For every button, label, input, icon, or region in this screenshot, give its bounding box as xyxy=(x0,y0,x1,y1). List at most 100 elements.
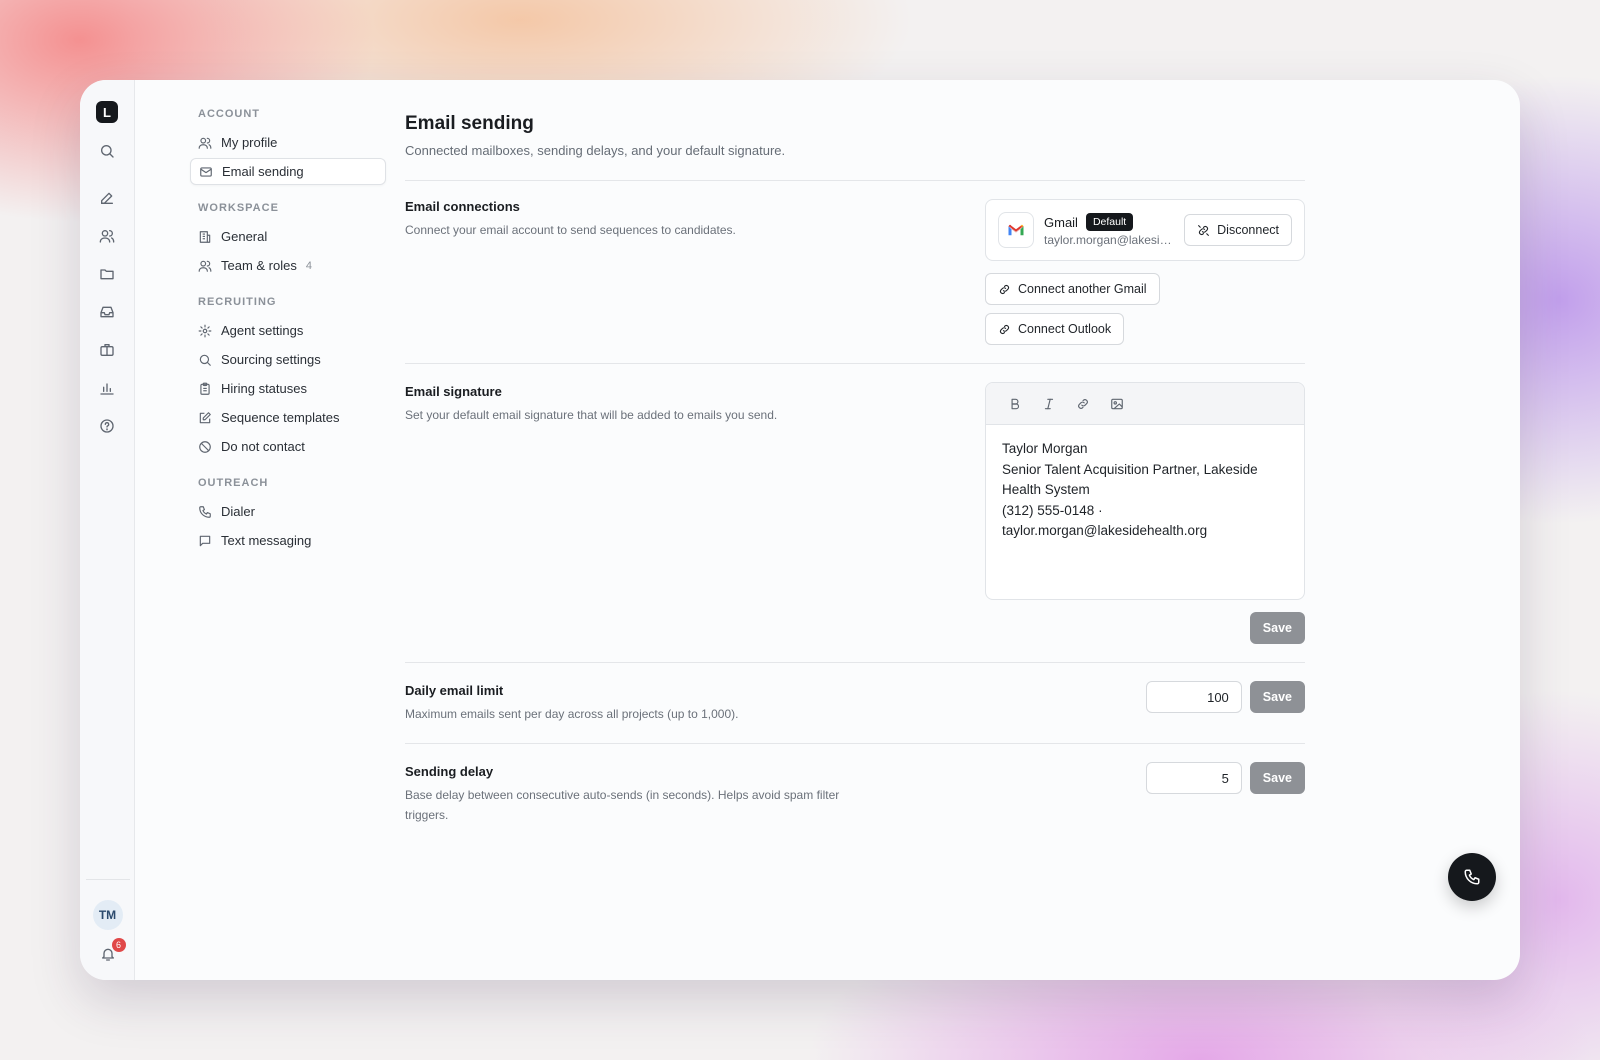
sending-delay-section: Sending delay Base delay between consecu… xyxy=(405,762,1305,825)
section-description: Maximum emails sent per day across all p… xyxy=(405,707,739,721)
button-label: Disconnect xyxy=(1217,223,1279,237)
nav-item-label: Sequence templates xyxy=(221,410,340,425)
button-label: Connect Outlook xyxy=(1018,322,1112,336)
save-signature-button[interactable]: Save xyxy=(1249,612,1305,644)
search-icon xyxy=(199,354,211,366)
nav-item-text-messaging[interactable]: Text messaging xyxy=(190,527,386,554)
divider xyxy=(405,363,1305,364)
mail-icon xyxy=(200,166,212,177)
inbox-icon[interactable] xyxy=(97,302,117,322)
dialer-fab-button[interactable] xyxy=(1448,853,1496,901)
main-content: Email sending Connected mailboxes, sendi… xyxy=(405,80,1520,980)
nav-item-sourcing-settings[interactable]: Sourcing settings xyxy=(190,346,386,373)
unlink-icon xyxy=(1198,224,1210,236)
avatar[interactable]: TM xyxy=(92,900,123,930)
nav-item-label: Email sending xyxy=(222,164,304,179)
connect-outlook-button[interactable]: Connect Outlook xyxy=(985,313,1125,345)
signature-text[interactable]: Taylor Morgan Senior Talent Acquisition … xyxy=(986,425,1304,599)
connect-gmail-button[interactable]: Connect another Gmail xyxy=(985,273,1160,305)
nav-section-workspace: WORKSPACE xyxy=(198,202,279,214)
section-description: Connect your email account to send seque… xyxy=(405,223,736,237)
divider xyxy=(405,743,1305,744)
signature-editor: Taylor Morgan Senior Talent Acquisition … xyxy=(985,382,1305,600)
nav-item-dialer[interactable]: Dialer xyxy=(190,498,386,525)
nav-section-recruiting: RECRUITING xyxy=(198,296,277,308)
message-icon xyxy=(199,535,211,546)
bell-icon[interactable]: 6 xyxy=(98,938,126,964)
nav-item-label: My profile xyxy=(221,135,278,150)
search-icon[interactable] xyxy=(97,141,117,161)
nav-item-team-roles[interactable]: Team & roles 4 xyxy=(190,252,386,279)
users-icon xyxy=(198,260,212,272)
nav-item-my-profile[interactable]: My profile xyxy=(190,129,386,156)
users-icon xyxy=(198,137,212,149)
nav-item-sequence-templates[interactable]: Sequence templates xyxy=(190,404,386,431)
account-email: taylor.morgan@lakesidehealth.org xyxy=(1044,233,1172,247)
settings-nav: ACCOUNT My profile Email sending WORKSPA… xyxy=(135,80,405,980)
nav-item-label: Dialer xyxy=(221,504,255,519)
briefcase-icon[interactable] xyxy=(97,340,117,360)
default-badge: Default xyxy=(1085,213,1134,231)
ban-icon xyxy=(199,440,211,453)
nav-section-outreach: OUTREACH xyxy=(198,477,269,489)
folder-icon[interactable] xyxy=(97,264,117,284)
rail-divider xyxy=(85,879,130,880)
link-icon xyxy=(999,324,1010,334)
email-connections-section: Email connections Connect your email acc… xyxy=(405,199,1305,345)
nav-item-label: Text messaging xyxy=(221,533,312,548)
phone-icon xyxy=(199,505,211,518)
team-count: 4 xyxy=(305,259,312,272)
sending-delay-input[interactable] xyxy=(1145,762,1242,794)
users-icon[interactable] xyxy=(97,226,117,246)
nav-item-label: Hiring statuses xyxy=(221,381,307,396)
section-title: Sending delay xyxy=(405,764,494,779)
nav-item-general[interactable]: General xyxy=(190,223,386,250)
help-icon[interactable] xyxy=(97,416,117,436)
page-title: Email sending xyxy=(405,113,534,134)
bold-icon[interactable] xyxy=(998,392,1032,416)
image-icon[interactable] xyxy=(1100,392,1134,416)
nav-item-do-not-contact[interactable]: Do not contact xyxy=(190,433,386,460)
app-logo[interactable]: L xyxy=(96,101,118,123)
nav-item-agent-settings[interactable]: Agent settings xyxy=(190,317,386,344)
nav-item-label: General xyxy=(221,229,268,244)
signature-line: Senior Talent Acquisition Partner, Lakes… xyxy=(1002,461,1258,498)
italic-icon[interactable] xyxy=(1032,392,1066,416)
clipboard-icon xyxy=(200,382,210,395)
page-subtitle: Connected mailboxes, sending delays, and… xyxy=(405,143,786,158)
provider-name: Gmail xyxy=(1044,214,1078,230)
nav-item-label: Sourcing settings xyxy=(221,352,321,367)
section-title: Email signature xyxy=(405,384,502,399)
nav-item-hiring-statuses[interactable]: Hiring statuses xyxy=(190,375,386,402)
link-icon[interactable] xyxy=(1066,392,1100,416)
save-sending-delay-button[interactable]: Save xyxy=(1249,762,1305,794)
signature-line: Taylor Morgan xyxy=(1002,441,1088,456)
link-icon xyxy=(999,284,1010,294)
gmail-icon xyxy=(998,212,1034,248)
gmail-account-card: Gmail Default taylor.morgan@lakesideheal… xyxy=(985,199,1305,261)
nav-item-email-sending[interactable]: Email sending xyxy=(190,158,386,185)
daily-limit-section: Daily email limit Maximum emails sent pe… xyxy=(405,681,1305,724)
signature-line: (312) 555-0148 · taylor.morgan@lakesideh… xyxy=(1002,502,1208,539)
building-icon xyxy=(199,230,211,243)
notification-badge: 6 xyxy=(111,938,126,952)
edit-icon xyxy=(199,411,211,423)
save-daily-limit-button[interactable]: Save xyxy=(1249,681,1305,713)
button-label: Connect another Gmail xyxy=(1018,282,1147,296)
nav-item-label: Do not contact xyxy=(221,439,305,454)
daily-limit-input[interactable] xyxy=(1145,681,1242,713)
disconnect-button[interactable]: Disconnect xyxy=(1184,214,1292,246)
section-title: Email connections xyxy=(405,199,520,214)
icon-rail: L TM 6 xyxy=(80,80,135,980)
phone-icon xyxy=(1464,869,1480,885)
divider xyxy=(405,180,1305,181)
pencil-icon[interactable] xyxy=(97,188,117,208)
divider xyxy=(405,662,1305,663)
bar-chart-icon[interactable] xyxy=(97,378,117,398)
nav-section-account: ACCOUNT xyxy=(198,108,260,120)
app-window: L TM 6 ACCOUNT My profile Email sending … xyxy=(80,80,1520,980)
nav-item-label: Team & roles xyxy=(221,258,297,273)
section-description: Set your default email signature that wi… xyxy=(405,408,778,422)
editor-toolbar xyxy=(986,383,1304,425)
nav-item-label: Agent settings xyxy=(221,323,304,338)
